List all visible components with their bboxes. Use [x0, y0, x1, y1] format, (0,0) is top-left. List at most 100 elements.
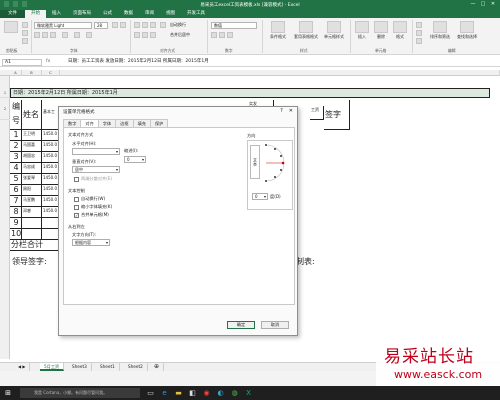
- row-number[interactable]: 1: [10, 130, 22, 141]
- task-view-icon[interactable]: ▭: [146, 388, 155, 398]
- format-as-table-button[interactable]: 套用表格格式: [293, 21, 319, 40]
- tab-page-layout[interactable]: 页面布局: [67, 10, 97, 18]
- font-color-icon[interactable]: [86, 32, 92, 38]
- align-right-icon[interactable]: [150, 32, 156, 38]
- vertical-text-button[interactable]: 文本: [250, 145, 260, 179]
- row-header[interactable]: 2: [0, 98, 10, 120]
- close-button[interactable]: ✕: [488, 0, 498, 9]
- row-number[interactable]: 3: [10, 152, 22, 163]
- sheet-tab[interactable]: Sheet1: [96, 363, 120, 371]
- row-number[interactable]: 10: [10, 229, 22, 240]
- shrink-font-icon[interactable]: [120, 22, 126, 28]
- autosum-icon[interactable]: [416, 22, 422, 28]
- excel-icon[interactable]: X: [244, 388, 253, 398]
- format-cells-button[interactable]: 格式: [391, 21, 409, 40]
- maximize-button[interactable]: □: [478, 0, 488, 9]
- fill-icon[interactable]: [416, 30, 422, 36]
- header-salary[interactable]: 工资: [310, 106, 324, 120]
- copy-icon[interactable]: [22, 30, 28, 36]
- wechat-icon[interactable]: ◍: [230, 388, 239, 398]
- redo-icon[interactable]: [22, 1, 27, 7]
- employee-name[interactable]: 马国喜: [22, 141, 42, 152]
- font-name-select[interactable]: 微软雅黑 Light: [34, 22, 92, 29]
- align-left-icon[interactable]: [134, 32, 140, 38]
- employee-name[interactable]: 胡国忠: [22, 152, 42, 163]
- employee-name[interactable]: [22, 229, 42, 240]
- find-select-button[interactable]: 查找和选择: [455, 21, 479, 40]
- cancel-button[interactable]: 取消: [261, 321, 289, 329]
- sort-filter-button[interactable]: 排序和筛选: [428, 21, 452, 40]
- merge-cells-checkbox[interactable]: ✓ 合并单元格(M): [74, 212, 109, 218]
- name-box[interactable]: A1: [2, 59, 42, 66]
- row-number[interactable]: 9: [10, 218, 22, 229]
- row-number[interactable]: 4: [10, 163, 22, 174]
- tab-insert[interactable]: 插入: [46, 10, 67, 18]
- insert-cells-button[interactable]: 插入: [353, 21, 371, 40]
- cell-styles-button[interactable]: 单元格样式: [321, 21, 347, 40]
- border-icon[interactable]: [62, 32, 68, 38]
- qq-icon[interactable]: ◐: [216, 388, 225, 398]
- font-size-select[interactable]: 28: [94, 22, 108, 29]
- edge-icon[interactable]: e: [160, 388, 169, 398]
- sheet-tab[interactable]: 5月工资: [40, 363, 65, 371]
- tab-file[interactable]: 文件: [0, 10, 25, 18]
- windows-start-icon[interactable]: ⊞: [3, 388, 13, 398]
- add-sheet-icon[interactable]: ⊕: [150, 363, 165, 371]
- comma-icon[interactable]: [227, 32, 233, 38]
- orientation-icon[interactable]: [160, 22, 166, 28]
- tab-view[interactable]: 视图: [160, 10, 181, 18]
- fill-color-icon[interactable]: [74, 32, 80, 38]
- horizontal-align-select[interactable]: [72, 148, 120, 155]
- subtotal-label[interactable]: 分栏合计: [10, 240, 60, 251]
- vertical-align-select[interactable]: 居中: [72, 166, 120, 173]
- formula-input[interactable]: 日期：员工工资表 发放日期：2015年2月12日 所属日期：2015年1月: [68, 59, 209, 65]
- indent-spinner[interactable]: 0: [124, 156, 146, 163]
- ok-button[interactable]: 确定: [227, 321, 255, 329]
- degree-spinner[interactable]: 0: [252, 193, 268, 200]
- save-icon[interactable]: [4, 1, 9, 7]
- cortana-search-box[interactable]: 我是 Cortana，小娜。有问题尽管问我。: [20, 388, 140, 398]
- sheet-tab[interactable]: Sheet2: [124, 363, 148, 371]
- sheet-tab[interactable]: Sheet3: [68, 363, 92, 371]
- tab-data[interactable]: 数据: [118, 10, 139, 18]
- bold-icon[interactable]: [34, 32, 40, 38]
- orientation-dial[interactable]: [262, 143, 292, 183]
- align-top-icon[interactable]: [134, 22, 140, 28]
- align-middle-icon[interactable]: [142, 22, 148, 28]
- file-explorer-icon[interactable]: ▬: [174, 388, 183, 398]
- employee-name[interactable]: 王卫明: [22, 130, 42, 141]
- italic-icon[interactable]: [42, 32, 48, 38]
- date-row[interactable]: 日期：2015年2月12日 所属日期：2015年1月: [10, 88, 490, 98]
- tab-formulas[interactable]: 公式: [97, 10, 118, 18]
- header-sign[interactable]: 签字: [324, 100, 350, 130]
- row-number[interactable]: 6: [10, 185, 22, 196]
- justify-distributed-checkbox[interactable]: 两端分散对齐(E): [74, 176, 112, 182]
- row-number[interactable]: 2: [10, 141, 22, 152]
- currency-icon[interactable]: [211, 32, 217, 38]
- employee-name[interactable]: 马忠成: [22, 163, 42, 174]
- tab-developer[interactable]: 开发工具: [181, 10, 211, 18]
- header-no[interactable]: 编号: [10, 100, 22, 130]
- fx-icon[interactable]: fx: [46, 59, 50, 64]
- store-icon[interactable]: ◧: [188, 388, 197, 398]
- underline-icon[interactable]: [50, 32, 56, 38]
- cut-icon[interactable]: [22, 22, 28, 28]
- minimize-button[interactable]: —: [468, 0, 478, 9]
- delete-cells-button[interactable]: 删除: [372, 21, 390, 40]
- undo-icon[interactable]: [13, 1, 18, 7]
- tab-home[interactable]: 开始: [25, 10, 46, 18]
- wrap-text-button[interactable]: 自动换行: [170, 22, 186, 28]
- number-format-select[interactable]: 数值: [211, 22, 257, 29]
- employee-name[interactable]: 周阳: [22, 185, 42, 196]
- align-center-icon[interactable]: [142, 32, 148, 38]
- shrink-to-fit-checkbox[interactable]: 缩小字体填充(K): [74, 204, 112, 210]
- employee-name[interactable]: 邓睿: [22, 207, 42, 218]
- format-painter-icon[interactable]: [22, 38, 28, 44]
- row-header[interactable]: 1: [0, 88, 10, 98]
- align-bottom-icon[interactable]: [150, 22, 156, 28]
- paste-button[interactable]: [3, 21, 19, 34]
- employee-name[interactable]: 张爱琴: [22, 174, 42, 185]
- row-number[interactable]: 7: [10, 196, 22, 207]
- text-direction-select[interactable]: 根据内容: [72, 239, 110, 246]
- employee-name[interactable]: [22, 218, 42, 229]
